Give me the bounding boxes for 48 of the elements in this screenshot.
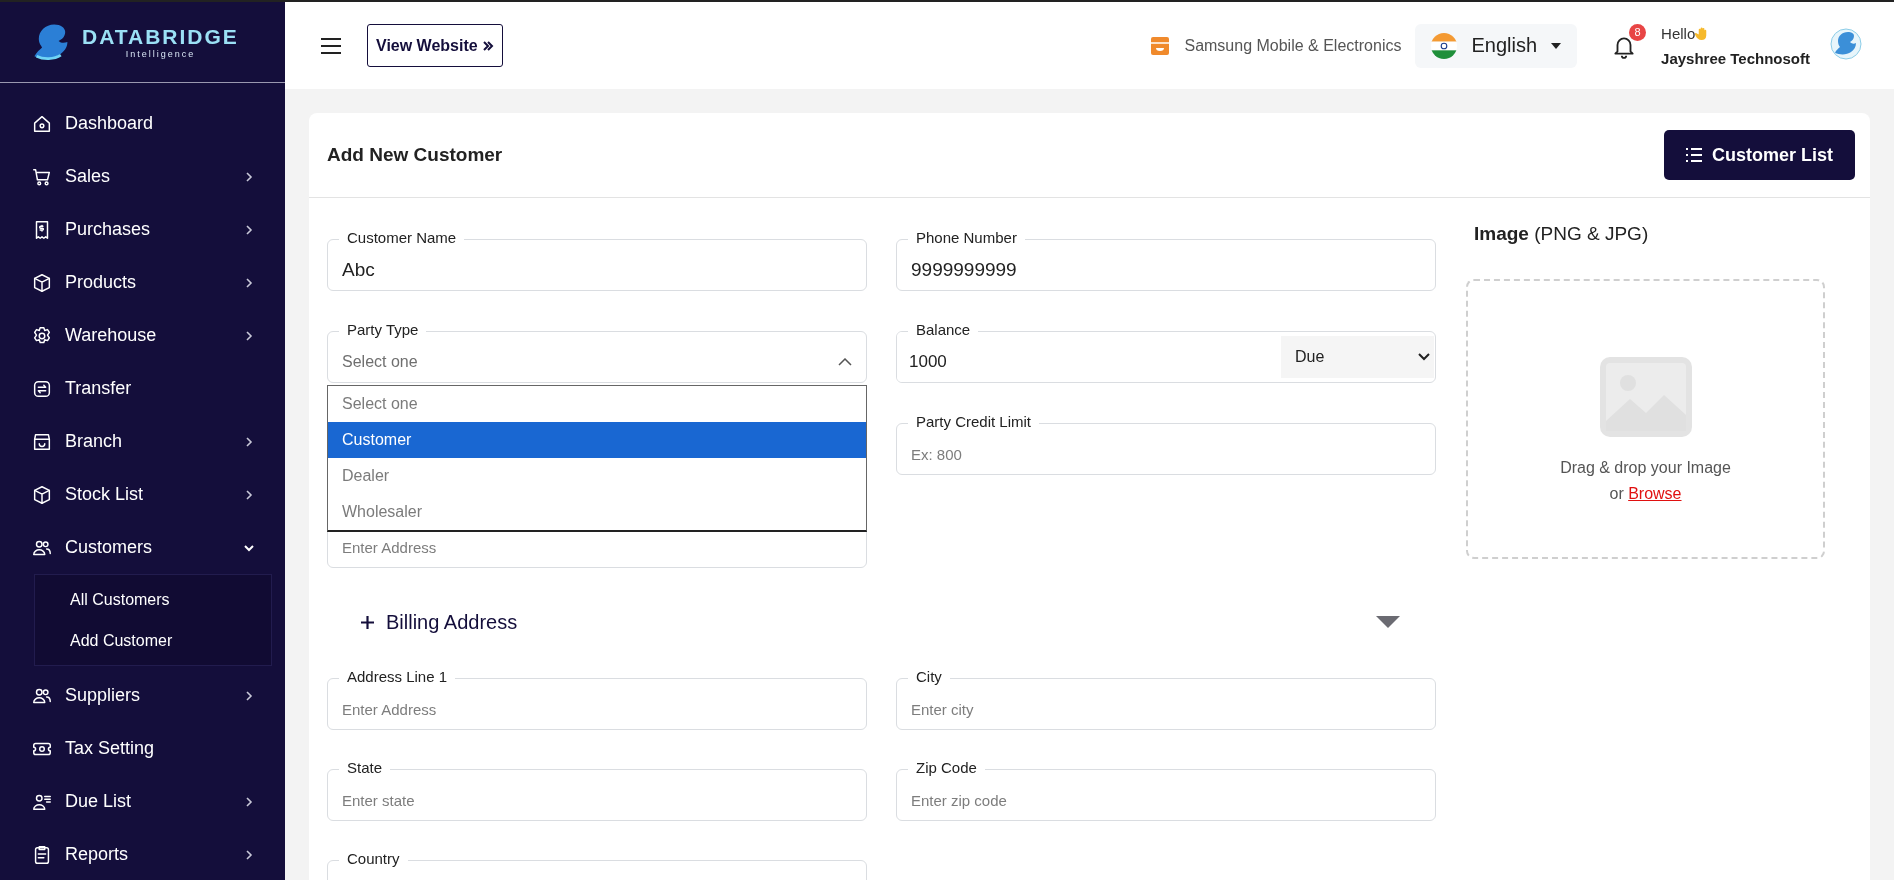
store-name: Samsung Mobile & Electronics (1184, 36, 1402, 55)
dropdown-option[interactable]: Customer (328, 422, 866, 458)
customer-list-button[interactable]: Customer List (1663, 130, 1855, 180)
sidebar-item[interactable]: Suppliers (0, 669, 285, 722)
browse-link[interactable]: Browse (1628, 485, 1682, 502)
drop-hint: Drag & drop your Image (1560, 459, 1731, 477)
image-section-title: Image (PNG & JPG) (1473, 223, 1650, 246)
browse-text: or Browse (1609, 485, 1682, 503)
view-website-button[interactable]: View Website (367, 24, 503, 67)
brand-name: DATABRIDGE (82, 25, 239, 49)
sidebar-item[interactable]: Dashboard (0, 97, 285, 150)
sidebar-item[interactable]: Products (0, 256, 285, 309)
notification-badge: 8 (1629, 23, 1647, 41)
sidebar-item[interactable]: Reports (0, 828, 285, 880)
sidebar-item[interactable]: Purchases (0, 203, 285, 256)
brand-tagline: Intelligence (125, 49, 196, 59)
sidebar-item[interactable]: Warehouse (0, 309, 285, 362)
sidebar-item[interactable]: Sales (0, 150, 285, 203)
cube-icon (31, 483, 53, 506)
unit-select[interactable]: Due (1281, 336, 1434, 378)
submenu-item[interactable]: Add Customer (35, 620, 271, 661)
dropdown-option[interactable]: Dealer (328, 458, 866, 494)
sidebar-item[interactable]: Customers (0, 521, 285, 574)
greeting-text: Hello (1661, 24, 1696, 42)
list-icon (1685, 148, 1702, 162)
double-chevron-icon (481, 39, 494, 52)
image-drop-zone[interactable]: Drag & drop your Image or Browse (1466, 279, 1825, 559)
caret-icon (1551, 42, 1562, 49)
box-icon (31, 271, 53, 294)
sidebar-item[interactable]: Due List (0, 775, 285, 828)
triangle-icon (1376, 616, 1400, 628)
sidebar-item[interactable]: Stock List (0, 468, 285, 521)
sidebar-item[interactable]: Transfer (0, 362, 285, 415)
chevron-icon (1418, 353, 1430, 361)
sidebar-item[interactable]: Tax Setting (0, 722, 285, 775)
page-title: Add New Customer (327, 144, 503, 166)
language-select[interactable]: English (1415, 23, 1578, 68)
dropdown-option[interactable]: Select one (328, 386, 866, 422)
flag-icon (1431, 32, 1458, 59)
user-name: Jayshree Technosoft (1661, 49, 1810, 67)
sidebar-item[interactable]: Branch (0, 415, 285, 468)
billing-address-toggle[interactable]: Billing Address (361, 602, 1400, 642)
submenu-item[interactable]: All Customers (35, 579, 271, 620)
plus-icon (361, 615, 374, 629)
field-label: Party Credit Limit (908, 413, 1040, 431)
field-label: Zip Code (908, 759, 985, 777)
image-placeholder-icon (1597, 355, 1694, 439)
field-label: City (908, 668, 950, 686)
